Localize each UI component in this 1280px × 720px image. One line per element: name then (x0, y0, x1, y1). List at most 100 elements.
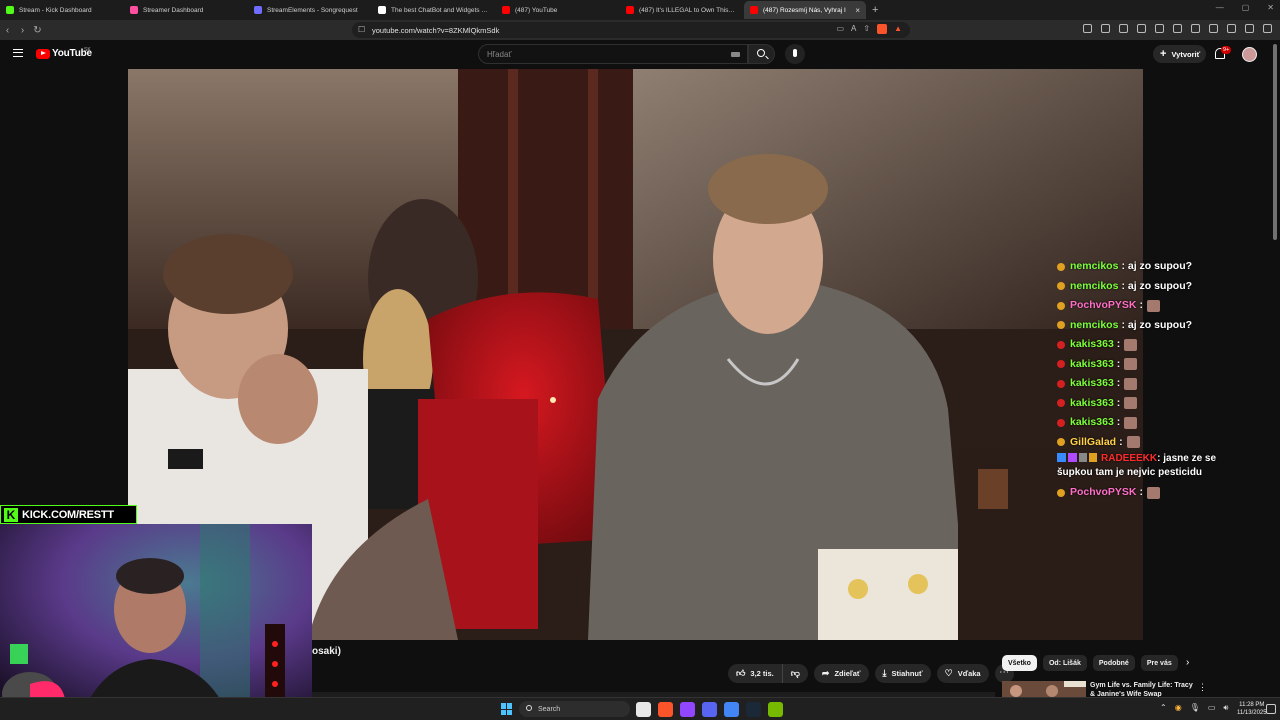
share-icon[interactable]: ⇧ (863, 24, 870, 34)
brave-rewards-icon[interactable]: ▲ (894, 24, 902, 34)
discord-icon[interactable] (702, 702, 717, 717)
windows-start-icon[interactable] (501, 703, 513, 715)
chat-badge-icon (1057, 360, 1065, 369)
chat-username: kakis363 (1070, 416, 1114, 429)
reload-icon[interactable]: ↻ (30, 25, 45, 36)
avatar[interactable] (1242, 47, 1257, 62)
chat-text: : aj zo supou? (1121, 318, 1193, 331)
close-window-icon[interactable]: ✕ (1267, 3, 1274, 12)
extension-icon[interactable] (1263, 24, 1272, 33)
browser-tab[interactable]: (487) YouTube (496, 1, 618, 19)
new-tab-icon[interactable]: + (872, 4, 878, 16)
back-icon[interactable]: ‹ (0, 25, 15, 36)
extension-icon[interactable] (1155, 24, 1164, 33)
share-button[interactable]: ➦ Zdieľať (813, 664, 869, 683)
extension-icon[interactable] (1137, 24, 1146, 33)
tray-chevron-icon[interactable]: ⌃ (1160, 703, 1167, 713)
browser-tab[interactable]: Streamer Dashboard (124, 1, 246, 19)
browser-tab[interactable]: (487) It's ILLEGAL to Own This 90's I (620, 1, 742, 19)
notification-center-icon[interactable] (1266, 704, 1276, 714)
like-button[interactable]: 👍︎ 3,2 tis. (728, 664, 783, 683)
microphone-icon[interactable]: 🎙︎ (1190, 703, 1200, 713)
chat-badge-icon (1057, 399, 1065, 408)
filter-chip[interactable]: Všetko (1002, 655, 1037, 671)
create-button[interactable]: + Vytvoriť (1153, 45, 1206, 63)
filter-chip[interactable]: Od: Lišák (1042, 655, 1087, 671)
related-video-item[interactable]: Gym Life vs. Family Life: Tracy & Janine… (1002, 681, 1212, 697)
tab-label: Stream - Kick Dashboard (19, 6, 92, 14)
bookmark-icon[interactable]: ☐ (358, 25, 365, 34)
voice-search-mic-icon[interactable] (785, 44, 805, 64)
forward-icon[interactable]: › (15, 25, 30, 36)
filter-chip[interactable]: Podobné (1092, 655, 1135, 671)
taskbar-search[interactable]: Search (519, 701, 630, 717)
steam-icon[interactable] (746, 702, 761, 717)
file-explorer-icon[interactable] (636, 702, 651, 717)
chat-badge-icon (1057, 379, 1065, 388)
tab-label: The best ChatBot and Widgets for I (391, 6, 488, 14)
tab-label: Streamer Dashboard (143, 6, 204, 14)
browser-tab[interactable]: StreamElements - Songrequest (248, 1, 370, 19)
taskbar-apps (636, 702, 783, 717)
tab-label: StreamElements - Songrequest (267, 6, 358, 14)
extension-icon[interactable] (1101, 24, 1110, 33)
extension-icon[interactable] (1083, 24, 1092, 33)
related-video-title[interactable]: Gym Life vs. Family Life: Tracy & Janine… (1090, 681, 1194, 697)
taskbar-clock[interactable]: 11:28 PM 11/13/2025 (1237, 701, 1267, 717)
chat-message: PochvoPYSK: (1057, 296, 1232, 316)
browser-tab[interactable]: (487) Rozesmíj Nás, Vyhraj I × (744, 1, 866, 19)
country-code: SK (84, 47, 91, 53)
chat-emote-icon (1124, 416, 1138, 429)
tray-app-icon[interactable]: ◉ (1175, 703, 1182, 713)
brave-shield-icon[interactable] (877, 24, 888, 34)
search-button[interactable] (748, 44, 775, 64)
chevron-right-icon[interactable]: › (1186, 657, 1189, 668)
chat-username: nemcikos (1070, 260, 1119, 273)
close-tab-icon[interactable]: × (855, 6, 860, 15)
extension-icon[interactable] (1209, 24, 1218, 33)
chat-username: GillGalad (1070, 435, 1117, 448)
twitch-app-icon[interactable] (680, 702, 695, 717)
chat-badge-icon (1057, 488, 1065, 497)
address-bar[interactable]: ☐ youtube.com/watch?v=8ZKMlQkmSdk ▭ A ⇧ … (352, 22, 910, 38)
download-button[interactable]: ⤓ Stiahnuť (874, 664, 931, 683)
extension-icon[interactable] (1119, 24, 1128, 33)
browser-icon[interactable] (724, 702, 739, 717)
maximize-icon[interactable]: ▢ (1242, 3, 1250, 12)
chat-badge-icon (1057, 321, 1065, 330)
dislike-button[interactable]: 👎︎ (782, 664, 808, 683)
search-input[interactable]: Hľadať (478, 44, 748, 64)
volume-icon[interactable]: 🔊︎ (1223, 703, 1228, 713)
network-icon[interactable]: ▭ (1208, 703, 1216, 713)
youtube-icon (626, 6, 634, 14)
kebab-menu-icon[interactable]: ⋮ (1198, 682, 1207, 693)
cast-icon[interactable]: ▭ (836, 24, 844, 34)
share-arrow-icon: ➦ (821, 668, 830, 678)
browser-tab[interactable]: The best ChatBot and Widgets for I (372, 1, 494, 19)
chat-badge-icon (1057, 340, 1065, 349)
nvidia-icon[interactable] (768, 702, 783, 717)
translate-icon[interactable]: A (851, 24, 856, 34)
chat-username: PochvoPYSK (1070, 486, 1137, 499)
hamburger-menu-icon[interactable] (13, 49, 23, 57)
chat-message: PochvoPYSK: (1057, 483, 1232, 503)
brave-icon[interactable] (658, 702, 673, 717)
page-scrollbar[interactable] (1273, 44, 1277, 240)
chat-text: : (1139, 299, 1144, 312)
browser-tab[interactable]: Stream - Kick Dashboard (0, 1, 122, 19)
thumbs-up-icon: 👍︎ (736, 668, 746, 678)
browser-toolbar: ‹ › ↻ ☐ youtube.com/watch?v=8ZKMlQkmSdk … (0, 20, 1280, 40)
extension-icon[interactable] (1173, 24, 1182, 33)
video-title: osaki) (312, 646, 341, 657)
filter-chip[interactable]: Pre vás (1140, 655, 1178, 671)
extension-icon[interactable] (1245, 24, 1254, 33)
keyboard-icon[interactable] (731, 52, 740, 57)
extension-icon[interactable] (1191, 24, 1200, 33)
minimize-icon[interactable]: — (1216, 3, 1224, 12)
extensions-area (1083, 24, 1272, 33)
share-label: Zdieľať (834, 669, 861, 678)
thanks-button[interactable]: ♡ Vďaka (936, 664, 989, 683)
related-video-thumbnail[interactable] (1002, 681, 1086, 697)
extension-icon[interactable] (1227, 24, 1236, 33)
youtube-icon (750, 6, 758, 14)
